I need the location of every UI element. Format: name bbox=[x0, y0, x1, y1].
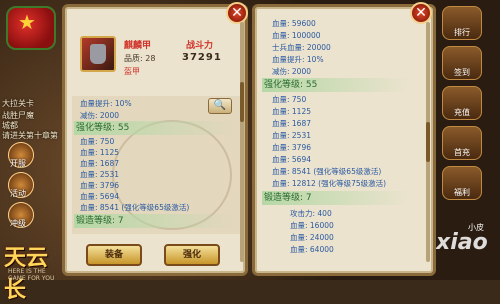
stat-line: 血量: 5694 bbox=[80, 192, 119, 201]
stat-line: 血量: 1687 bbox=[80, 159, 119, 168]
scrollbar[interactable] bbox=[240, 22, 244, 262]
stat-line: 血量: 750 bbox=[80, 137, 115, 146]
level-icon-label: 冲级 bbox=[10, 219, 26, 228]
stat-line: 血量: 24000 bbox=[290, 233, 334, 242]
activity-icon-label: 活动 bbox=[10, 189, 26, 198]
stat-line: 血量: 1125 bbox=[80, 148, 119, 157]
stat-line: 血量提升: 10% bbox=[80, 99, 132, 108]
first-recharge-label: 首充 bbox=[454, 148, 470, 157]
stat-line: 血量: 8541 (强化等级65级激活) bbox=[80, 203, 190, 212]
stat-line: 减伤: 2000 bbox=[80, 111, 119, 120]
stat-line: 血量: 12812 (强化等级75级激活) bbox=[272, 179, 387, 188]
close-icon[interactable]: ✕ bbox=[410, 2, 432, 24]
power-value: 37291 bbox=[182, 52, 222, 63]
welfare-label: 福利 bbox=[454, 188, 470, 197]
power-label: 战斗力 bbox=[186, 41, 214, 51]
signin-icon[interactable]: 签到 bbox=[442, 46, 482, 80]
signin-label: 签到 bbox=[454, 68, 470, 77]
stat-line: 血量: 1687 bbox=[272, 119, 311, 128]
armor-icon bbox=[80, 36, 116, 72]
ranking-icon[interactable]: 排行 bbox=[442, 6, 482, 40]
stat-line: 攻击力: 400 bbox=[290, 209, 332, 218]
scrollbar-thumb[interactable] bbox=[240, 82, 244, 122]
equip-button[interactable]: 装备 bbox=[86, 244, 142, 266]
hud-text-1: 大拉关卡 bbox=[2, 99, 34, 108]
stat-line: 血量: 64000 bbox=[290, 245, 334, 254]
enhance-button[interactable]: 强化 bbox=[164, 244, 220, 266]
stat-line: 血量: 3796 bbox=[272, 143, 311, 152]
hud-text-4: 请进关第十章第 bbox=[2, 131, 58, 140]
item-slot: 盔甲 bbox=[124, 67, 140, 76]
event-icon-label: 开服 bbox=[10, 159, 26, 168]
stat-line: 血量提升: 10% bbox=[272, 55, 324, 64]
forge-level-header: 锻造等级: 7 bbox=[262, 191, 412, 205]
recharge-icon[interactable]: 充值 bbox=[442, 86, 482, 120]
stat-line: 血量: 750 bbox=[272, 95, 307, 104]
star-icon: ★ bbox=[18, 10, 36, 34]
enhance-level-header: 强化等级: 55 bbox=[74, 121, 234, 135]
stat-line: 血量: 2531 bbox=[272, 131, 311, 140]
scrollbar-thumb[interactable] bbox=[426, 122, 430, 162]
first-recharge-icon[interactable]: 首充 bbox=[442, 126, 482, 160]
stat-line: 血量: 16000 bbox=[290, 221, 334, 230]
stat-line: 士兵血量: 20000 bbox=[272, 43, 331, 52]
watermark: xiao bbox=[436, 230, 488, 255]
ranking-label: 排行 bbox=[454, 28, 470, 37]
left-hud: ★ 大拉关卡 战胜尸魔 城都 请进关第十章第 开服 活动 冲级 天云长 HERE… bbox=[0, 0, 64, 303]
stat-line: 血量: 59600 bbox=[272, 19, 316, 28]
stat-line: 血量: 1125 bbox=[272, 107, 311, 116]
stat-line: 血量: 5694 bbox=[272, 155, 311, 164]
recharge-label: 充值 bbox=[454, 108, 470, 117]
stat-line: 血量: 8541 (强化等级65级激活) bbox=[272, 167, 382, 176]
enhance-level-header: 强化等级: 55 bbox=[262, 78, 412, 92]
scrollbar[interactable] bbox=[426, 22, 430, 262]
close-icon[interactable]: ✕ bbox=[226, 2, 248, 24]
item-name: 麒麟甲 bbox=[124, 41, 152, 51]
welfare-icon[interactable]: 福利 bbox=[442, 166, 482, 200]
stat-line: 血量: 2531 bbox=[80, 170, 119, 179]
search-icon[interactable]: 🔍 bbox=[208, 98, 232, 114]
stat-line: 减伤: 2000 bbox=[272, 67, 311, 76]
forge-level-header: 锻造等级: 7 bbox=[74, 214, 234, 228]
stat-line: 血量: 3796 bbox=[80, 181, 119, 190]
stat-line: 血量: 100000 bbox=[272, 31, 321, 40]
item-quality: 品质: 28 bbox=[124, 54, 156, 63]
